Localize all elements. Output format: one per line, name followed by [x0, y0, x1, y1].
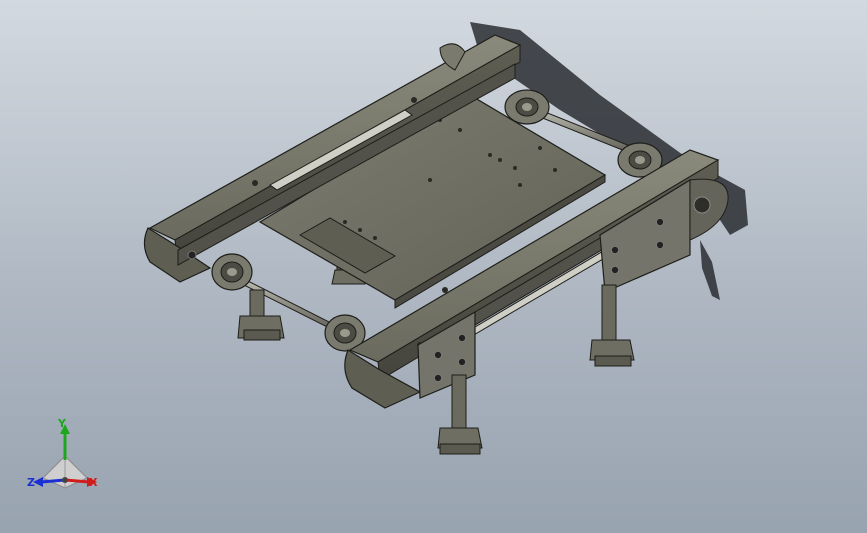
triad-z-label: Z	[27, 476, 35, 489]
belt-conveyor-assembly-icon[interactable]	[0, 0, 867, 533]
rear-pulley-left	[504, 89, 550, 125]
graphics-viewport[interactable]: Y X Z	[0, 0, 867, 533]
triad-y-label: Y	[58, 417, 66, 430]
rear-leg-right	[589, 284, 635, 367]
front-pulley-left	[211, 253, 253, 291]
orientation-triad[interactable]: Y X Z	[25, 418, 105, 494]
triad-x-label: X	[89, 476, 98, 489]
